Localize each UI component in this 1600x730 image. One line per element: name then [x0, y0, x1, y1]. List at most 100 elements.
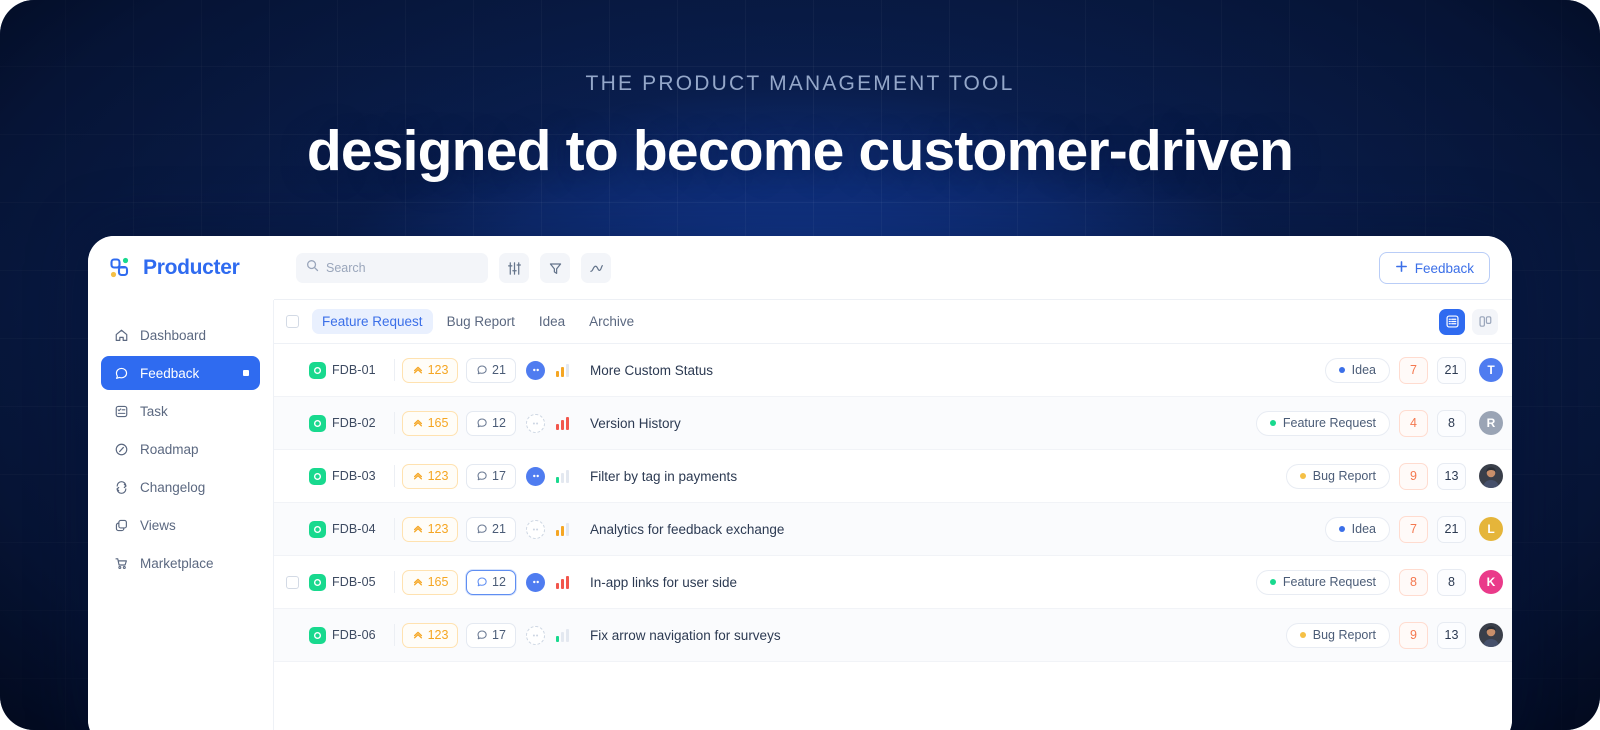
- copy-icon: [113, 517, 129, 533]
- sidebar-item-views[interactable]: Views: [101, 508, 260, 542]
- select-all-checkbox[interactable]: [286, 315, 299, 328]
- list-view-icon[interactable]: [1439, 308, 1465, 335]
- status-badge[interactable]: Bug Report: [1285, 622, 1390, 648]
- brand-name: Producter: [143, 256, 240, 279]
- comment-count-chip[interactable]: 12: [466, 569, 516, 595]
- warm-count: 7: [1399, 356, 1428, 384]
- table-row[interactable]: FDB-04 123 21 Analytics for feedback exc…: [274, 503, 1512, 556]
- sidebar-item-feedback[interactable]: Feedback: [101, 356, 260, 390]
- comment-count: 12: [492, 575, 506, 589]
- status-label: Bug Report: [1312, 628, 1376, 642]
- assignee-avatar-icon[interactable]: [526, 466, 545, 486]
- comment-count: 21: [492, 522, 506, 536]
- assignee-avatar-icon[interactable]: [526, 519, 545, 539]
- row-checkbox-cell[interactable]: [286, 629, 299, 642]
- sidebar-item-label: Views: [140, 517, 176, 533]
- brand[interactable]: Producter: [108, 255, 274, 281]
- vote-count-chip[interactable]: 165: [402, 410, 458, 436]
- row-checkbox-cell[interactable]: [286, 575, 299, 589]
- row-id: FDB-02: [309, 414, 387, 432]
- sidebar-item-changelog[interactable]: Changelog: [101, 470, 260, 504]
- cool-count: 21: [1437, 515, 1466, 543]
- row-title: More Custom Status: [590, 362, 714, 378]
- search-icon: [306, 259, 319, 277]
- assignee-avatar-icon[interactable]: [526, 360, 545, 380]
- assignee-avatar-icon[interactable]: [526, 413, 545, 433]
- tab-idea[interactable]: Idea: [529, 309, 575, 334]
- vote-count: 123: [427, 363, 449, 377]
- cool-count: 13: [1437, 621, 1466, 649]
- tab-feature-request[interactable]: Feature Request: [312, 309, 433, 334]
- status-badge[interactable]: Feature Request: [1255, 569, 1390, 595]
- table-row[interactable]: FDB-03 123 17 Filter by tag in payments …: [274, 450, 1512, 503]
- comment-count-chip[interactable]: 21: [466, 357, 516, 383]
- row-id-label: FDB-01: [332, 363, 376, 377]
- vote-count-chip[interactable]: 165: [402, 569, 458, 595]
- row-checkbox-cell[interactable]: [286, 364, 299, 377]
- sidebar-item-marketplace[interactable]: Marketplace: [101, 546, 260, 580]
- vote-count-chip[interactable]: 123: [402, 516, 458, 542]
- avatar[interactable]: T: [1479, 358, 1503, 382]
- comment-count: 21: [492, 363, 506, 377]
- priority-icon: [556, 469, 569, 483]
- status-badge[interactable]: Bug Report: [1285, 463, 1390, 489]
- table-row[interactable]: FDB-06 123 17 Fix arrow navigation for s…: [274, 609, 1512, 662]
- row-checkbox-cell[interactable]: [286, 523, 299, 536]
- divider: [394, 571, 395, 593]
- status-badge[interactable]: Idea: [1324, 516, 1390, 542]
- avatar[interactable]: [1479, 623, 1503, 647]
- avatar[interactable]: [1479, 464, 1503, 488]
- add-feedback-button[interactable]: Feedback: [1378, 252, 1490, 284]
- content-area: Feature Request Bug Report Idea Archive: [274, 300, 1512, 730]
- sidebar-item-roadmap[interactable]: Roadmap: [101, 432, 260, 466]
- avatar[interactable]: L: [1479, 517, 1503, 541]
- comment-count-chip[interactable]: 21: [466, 516, 516, 542]
- comment-count-chip[interactable]: 12: [466, 410, 516, 436]
- row-id: FDB-06: [309, 626, 387, 644]
- vote-count-chip[interactable]: 123: [402, 357, 458, 383]
- table-row[interactable]: FDB-01 123 21 More Custom Status Idea 7 …: [274, 344, 1512, 397]
- status-badge[interactable]: Feature Request: [1255, 410, 1390, 436]
- assignee-avatar-icon[interactable]: [526, 625, 545, 645]
- row-title: Filter by tag in payments: [590, 468, 738, 484]
- warm-count: 9: [1399, 621, 1428, 649]
- comment-count-chip[interactable]: 17: [466, 463, 516, 489]
- funnel-icon[interactable]: [540, 253, 570, 283]
- status-badge[interactable]: Idea: [1324, 357, 1390, 383]
- status-label: Feature Request: [1282, 416, 1376, 430]
- trend-line-icon[interactable]: [581, 253, 611, 283]
- sliders-icon[interactable]: [499, 253, 529, 283]
- avatar[interactable]: K: [1479, 570, 1503, 594]
- tab-bug-report[interactable]: Bug Report: [437, 309, 525, 334]
- table-row[interactable]: FDB-05 165 12 In-app links for user side…: [274, 556, 1512, 609]
- vote-count-chip[interactable]: 123: [402, 463, 458, 489]
- vote-count-chip[interactable]: 123: [402, 622, 458, 648]
- board-view-icon[interactable]: [1472, 308, 1498, 335]
- divider: [394, 359, 395, 381]
- table-row[interactable]: FDB-02 165 12 Version History Feature Re…: [274, 397, 1512, 450]
- row-checkbox-cell[interactable]: [286, 470, 299, 483]
- row-checkbox-cell[interactable]: [286, 417, 299, 430]
- avatar[interactable]: R: [1479, 411, 1503, 435]
- compass-icon: [113, 441, 129, 457]
- home-icon: [113, 327, 129, 343]
- status-label: Idea: [1351, 363, 1376, 377]
- tab-archive[interactable]: Archive: [579, 309, 644, 334]
- comment-count-chip[interactable]: 17: [466, 622, 516, 648]
- active-indicator-dot: [243, 370, 249, 376]
- sidebar-item-task[interactable]: Task: [101, 394, 260, 428]
- row-checkbox[interactable]: [286, 575, 299, 589]
- add-feedback-label: Feedback: [1414, 260, 1474, 276]
- sidebar-item-label: Dashboard: [140, 327, 207, 343]
- search-input[interactable]: Search: [296, 253, 488, 283]
- status-dot: [1338, 367, 1345, 373]
- sidebar-item-dashboard[interactable]: Dashboard: [101, 318, 260, 352]
- divider: [394, 518, 395, 540]
- feedback-type-icon: [309, 361, 326, 379]
- row-id: FDB-05: [309, 573, 387, 591]
- assignee-avatar-icon[interactable]: [526, 572, 545, 592]
- status-dot: [1269, 579, 1276, 585]
- status-label: Feature Request: [1282, 575, 1376, 589]
- vote-count: 165: [427, 575, 449, 589]
- hero-section: THE PRODUCT MANAGEMENT TOOL designed to …: [0, 0, 1600, 730]
